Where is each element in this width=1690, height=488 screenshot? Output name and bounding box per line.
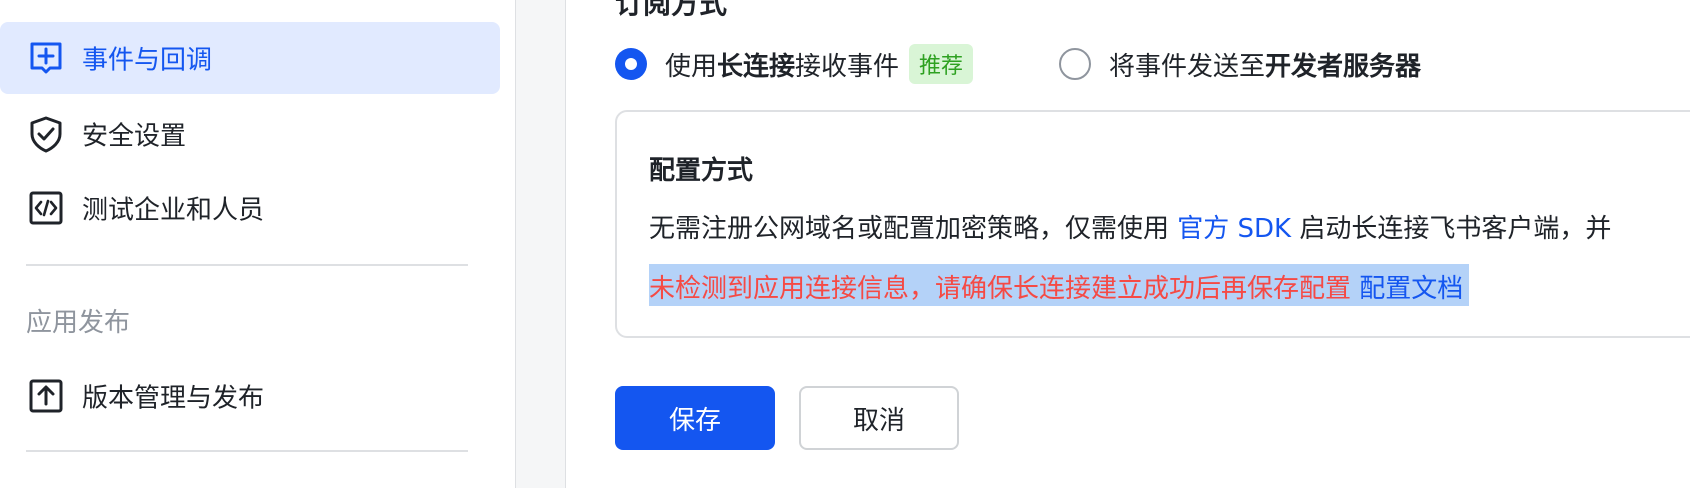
sidebar-group-title: 应用发布 <box>26 308 131 338</box>
radio-long-connection[interactable] <box>615 48 647 80</box>
warning-text: 未检测到应用连接信息，请确保长连接建立成功后再保存配置 <box>649 274 1360 304</box>
sidebar-item-label: 版本管理与发布 <box>82 383 265 414</box>
section-title: 订阅方式 <box>615 0 728 20</box>
config-docs-link[interactable]: 配置文档 <box>1359 274 1463 304</box>
recommended-badge: 推荐 <box>909 44 974 84</box>
cancel-button[interactable]: 取消 <box>799 386 959 450</box>
sidebar-item-events-callbacks[interactable]: 事件与回调 <box>0 22 500 94</box>
option-bold: 开发者服务器 <box>1265 51 1422 82</box>
sidebar-item-security[interactable]: 安全设置 <box>0 98 500 170</box>
option-developer-server[interactable]: 将事件发送至 开发者服务器 <box>1059 44 1421 84</box>
save-button[interactable]: 保存 <box>615 386 775 450</box>
add-box-icon <box>30 42 62 74</box>
sidebar-divider <box>26 264 468 266</box>
option-long-connection[interactable]: 使用 长连接 接收事件 推荐 <box>615 44 974 84</box>
main-content: 订阅方式 使用 长连接 接收事件 推荐 将事件发送至 开发者服务器 配置方式 无… <box>567 0 1690 488</box>
sidebar: 事件与回调 安全设置 测试企业和人员 应用发布 版本管理与发布 <box>0 0 516 488</box>
option-bold: 长连接 <box>717 51 796 82</box>
official-sdk-link[interactable]: 官方 SDK <box>1177 214 1291 244</box>
code-box-icon <box>29 191 63 225</box>
sidebar-item-label: 测试企业和人员 <box>82 195 265 226</box>
config-panel: 配置方式 无需注册公网域名或配置加密策略，仅需使用 官方 SDK 启动长连接飞书… <box>615 110 1690 338</box>
content-gutter <box>516 0 566 488</box>
shield-check-icon <box>30 116 62 153</box>
sidebar-item-label: 事件与回调 <box>82 45 213 76</box>
option-suffix: 接收事件 <box>795 51 900 82</box>
sidebar-item-version-release[interactable]: 版本管理与发布 <box>0 360 500 432</box>
option-prefix: 将事件发送至 <box>1109 51 1266 82</box>
sidebar-item-test-users[interactable]: 测试企业和人员 <box>0 172 500 244</box>
sidebar-divider <box>26 450 468 452</box>
sidebar-item-label: 安全设置 <box>82 121 187 152</box>
panel-title: 配置方式 <box>649 156 754 186</box>
panel-description: 无需注册公网域名或配置加密策略，仅需使用 官方 SDK 启动长连接飞书客户端，并 <box>649 208 1611 245</box>
desc-prefix: 无需注册公网域名或配置加密策略，仅需使用 <box>649 214 1178 244</box>
desc-suffix: 启动长连接飞书客户端，并 <box>1291 214 1612 244</box>
radio-developer-server[interactable] <box>1059 48 1091 80</box>
upload-box-icon <box>29 379 63 413</box>
connection-warning: 未检测到应用连接信息，请确保长连接建立成功后再保存配置 配置文档 <box>649 264 1470 306</box>
option-prefix: 使用 <box>665 51 718 82</box>
